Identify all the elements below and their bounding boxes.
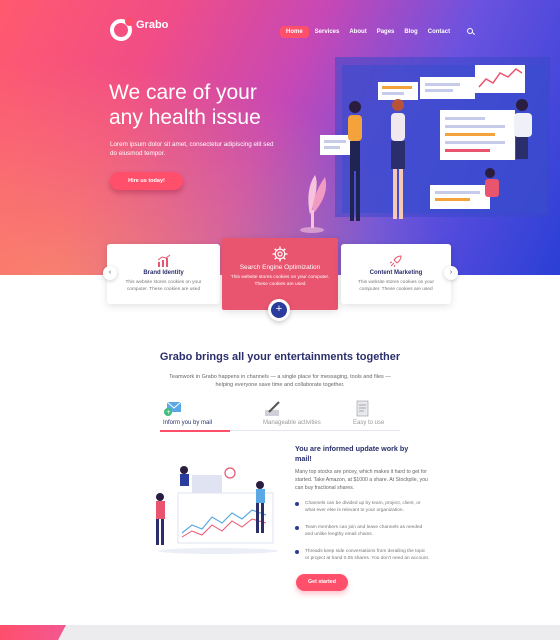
prev-arrow-button[interactable]: ‹ — [103, 266, 117, 280]
svg-text:+: + — [166, 409, 171, 416]
list-item: Channels can be divided up by team, proj… — [295, 500, 430, 514]
hero-subtitle: Lorem ipsum dolor sit amet, consectetur … — [110, 141, 274, 157]
info-text: Many top stocks are pricey, which makes … — [295, 469, 428, 491]
info-panel: You are informed update work by mail! Ma… — [295, 444, 430, 572]
pen-icon — [265, 401, 280, 416]
section-subtitle: Teamwork in Grabo happens in channels — … — [169, 374, 391, 388]
tab-inform-mail[interactable]: + Inform you by mail — [160, 398, 230, 432]
hero-title-line1: We care of your — [109, 81, 257, 104]
hero-illustration — [300, 57, 550, 233]
logo-text: Grabo — [136, 19, 169, 31]
nav-item-contact[interactable]: Contact — [424, 26, 454, 38]
info-list: Channels can be divided up by team, proj… — [295, 500, 430, 562]
next-arrow-button[interactable]: › — [444, 266, 458, 280]
nav-item-home[interactable]: Home — [280, 26, 309, 38]
tab-label: Inform you by mail — [163, 420, 213, 426]
card-text: This website stores cookies on your comp… — [230, 275, 330, 287]
tab-label: Easy to use — [353, 420, 385, 426]
nav-item-pages[interactable]: Pages — [373, 26, 399, 38]
hire-us-button[interactable]: Hire us today! — [110, 172, 183, 190]
main-nav: Home Services About Pages Blog Contact — [280, 26, 476, 38]
work-illustration — [156, 466, 278, 554]
plus-button[interactable]: + — [268, 299, 290, 321]
hero-title: We care of your any health issue — [109, 80, 309, 130]
tab-divider — [230, 430, 400, 431]
tab-label: Manageable activities — [263, 420, 321, 426]
footer-accent — [0, 625, 66, 640]
list-item: Team members can join and leave channels… — [295, 524, 430, 538]
service-card-content[interactable]: Content Marketing This website stores co… — [341, 244, 451, 304]
card-title: Content Marketing — [369, 270, 423, 276]
card-title: Brand Identity — [143, 270, 184, 276]
get-started-button[interactable]: Get started — [296, 574, 348, 591]
tab-manageable[interactable]: Manageable activities — [260, 398, 330, 432]
rocket-icon — [389, 255, 402, 268]
hero-title-line2: any health issue — [109, 106, 261, 129]
list-item: Threads keep side conversations from der… — [295, 548, 430, 562]
card-text: This website stores cookies on your comp… — [358, 280, 434, 292]
gear-icon — [272, 246, 288, 262]
mail-icon: + — [164, 401, 182, 416]
chart-icon — [157, 254, 170, 267]
tab-active-indicator — [160, 430, 230, 432]
service-card-brand[interactable]: Brand Identity This website stores cooki… — [107, 244, 220, 304]
logo-icon — [110, 17, 134, 41]
document-icon — [356, 400, 369, 417]
card-text: This website stores cookies on your comp… — [125, 280, 202, 292]
nav-item-services[interactable]: Services — [311, 26, 344, 38]
footer-strip — [0, 625, 560, 640]
search-icon[interactable] — [466, 27, 476, 37]
info-title: You are informed update work by mail! — [295, 444, 409, 463]
hero-section: Grabo Home Services About Pages Blog Con… — [0, 0, 560, 275]
logo[interactable]: Grabo — [110, 17, 169, 41]
tab-easy[interactable]: Easy to use — [350, 398, 420, 432]
nav-item-blog[interactable]: Blog — [400, 26, 421, 38]
section-title: Grabo brings all your entertainments tog… — [159, 351, 401, 363]
feature-tabs: + Inform you by mail Manageable activiti… — [160, 398, 400, 434]
nav-item-about[interactable]: About — [345, 26, 370, 38]
card-title: Search Engine Optimization — [239, 264, 321, 271]
